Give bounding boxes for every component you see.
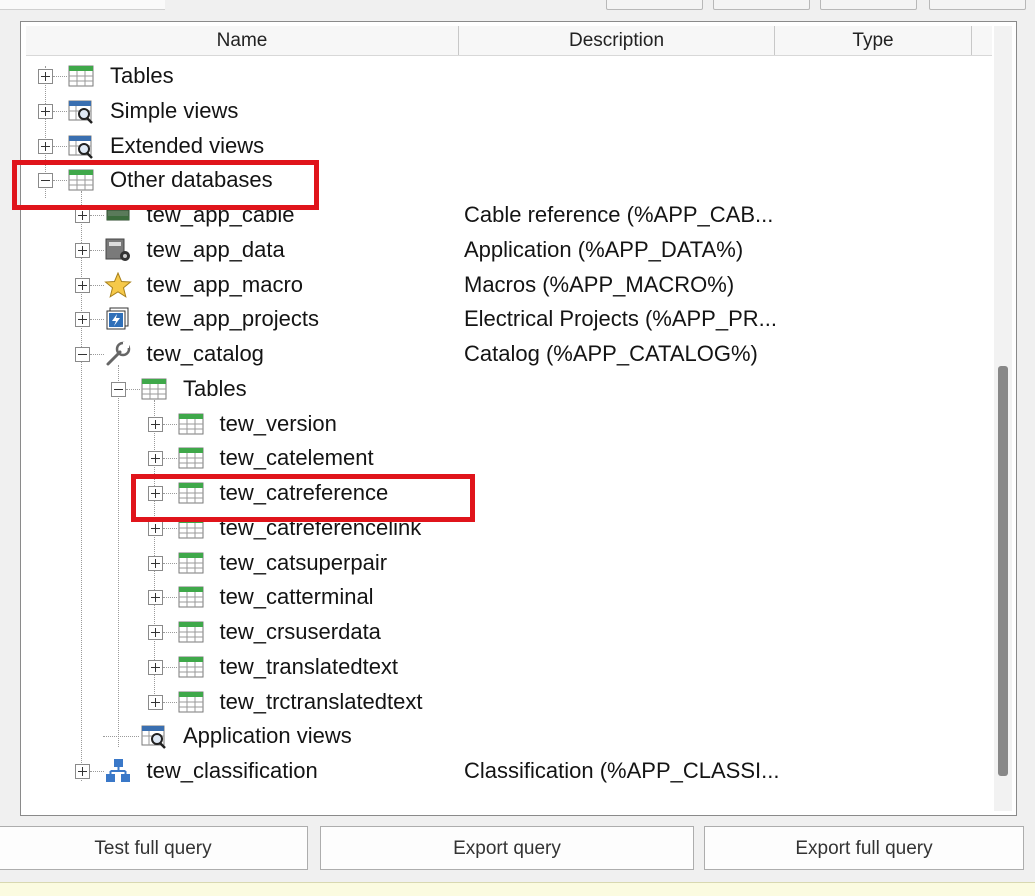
top-tab-strip	[0, 0, 165, 10]
tree-node-tew-app-macro[interactable]: tew_app_macro Macros (%APP_MACRO%)	[21, 270, 961, 304]
node-label: tew_trctranslatedtext	[219, 688, 423, 714]
node-label: tew_app_data	[146, 236, 285, 262]
expand-toggle[interactable]	[38, 138, 53, 154]
toolbar-button-3[interactable]	[820, 0, 917, 10]
node-label: tew_catelement	[219, 445, 374, 471]
vertical-scrollbar[interactable]	[994, 26, 1012, 811]
highlight-other-databases	[12, 160, 319, 210]
node-description: Classification (%APP_CLASSI...	[464, 758, 780, 783]
tree-node-tew-crsuserdata[interactable]: tew_crsuserdata	[21, 617, 961, 651]
toolbar-button-2[interactable]	[713, 0, 810, 10]
tree-node-application-views[interactable]: Application views	[21, 721, 961, 755]
tree-node-simple-views[interactable]: Simple views	[21, 96, 961, 130]
expand-toggle[interactable]	[147, 416, 163, 432]
highlight-tew-catreference	[131, 474, 475, 522]
node-label: tew_classification	[146, 758, 318, 783]
export-full-query-button[interactable]: Export full query	[704, 826, 1024, 870]
expand-toggle[interactable]	[74, 242, 90, 258]
node-label: tew_version	[219, 410, 337, 436]
tree-node-tew-app-data[interactable]: tew_app_data Application (%APP_DATA%)	[21, 235, 961, 269]
tree-node-tew-catsuperpair[interactable]: tew_catsuperpair	[21, 548, 961, 582]
tree-node-tew-version[interactable]: tew_version	[21, 409, 961, 443]
table-icon	[177, 584, 205, 610]
expand-toggle[interactable]	[147, 451, 163, 467]
scrollbar-thumb[interactable]	[998, 366, 1008, 776]
node-description: Cable reference (%APP_CAB...	[464, 202, 774, 227]
tree-node-tew-translatedtext[interactable]: tew_translatedtext	[21, 652, 961, 686]
table-icon	[177, 654, 205, 680]
expand-toggle[interactable]	[147, 590, 163, 606]
node-label: Simple views	[110, 97, 239, 123]
toolbar-button-1[interactable]	[606, 0, 703, 10]
tree-node-tew-catterminal[interactable]: tew_catterminal	[21, 582, 961, 616]
test-full-query-button[interactable]: Test full query	[0, 826, 308, 870]
node-label: tew_crsuserdata	[219, 619, 381, 644]
tree-node-tew-trctranslatedtext[interactable]: tew_trctranslatedtext	[21, 687, 961, 721]
expand-toggle[interactable]	[38, 103, 53, 119]
star-icon	[103, 271, 132, 298]
tree-node-tables[interactable]: Tables	[21, 61, 961, 95]
expand-toggle[interactable]	[74, 764, 90, 779]
wrench-icon	[104, 341, 132, 367]
table-icon	[177, 445, 205, 471]
app-data-icon	[104, 237, 132, 263]
node-description: Electrical Projects (%APP_PR...	[464, 306, 777, 332]
tree-node-tew-app-projects[interactable]: tew_app_projects Electrical Projects (%A…	[21, 304, 961, 338]
node-description: Application (%APP_DATA%)	[464, 236, 744, 262]
node-label: tew_app_projects	[146, 306, 319, 332]
collapse-toggle[interactable]	[74, 347, 90, 362]
view-icon	[67, 98, 95, 124]
table-icon	[140, 376, 168, 402]
expand-toggle[interactable]	[147, 555, 163, 571]
expand-toggle[interactable]	[74, 277, 90, 293]
collapse-toggle[interactable]	[111, 381, 126, 397]
node-label: tew_app_macro	[146, 271, 304, 297]
node-label: tew_catalog	[146, 341, 264, 366]
tree-node-tew-catelement[interactable]: tew_catelement	[21, 443, 961, 477]
table-icon	[67, 63, 95, 89]
export-query-button[interactable]: Export query	[320, 826, 694, 870]
view-icon	[67, 133, 95, 159]
expand-toggle[interactable]	[147, 694, 163, 710]
tree-node-catalog-tables[interactable]: Tables	[21, 374, 961, 408]
expand-toggle[interactable]	[147, 659, 163, 675]
table-icon	[177, 689, 205, 715]
database-tree-panel: Name Description Type Tables Simple view…	[20, 21, 1017, 816]
node-label: tew_translatedtext	[219, 653, 399, 679]
table-icon	[177, 550, 205, 576]
tree-node-tew-classification[interactable]: tew_classification Classification (%APP_…	[21, 756, 961, 790]
toolbar-button-4[interactable]	[929, 0, 1026, 10]
expand-toggle[interactable]	[147, 520, 163, 536]
node-label: Application views	[183, 723, 352, 749]
node-description: Macros (%APP_MACRO%)	[464, 271, 735, 297]
view-icon	[140, 723, 168, 750]
node-label: Tables	[183, 375, 247, 401]
expand-toggle[interactable]	[74, 312, 90, 328]
node-label: Tables	[110, 63, 174, 88]
node-description: Catalog (%APP_CATALOG%)	[464, 341, 758, 366]
status-bar	[0, 882, 1035, 896]
expand-toggle[interactable]	[147, 625, 163, 640]
hierarchy-icon	[104, 758, 132, 784]
table-icon	[177, 619, 205, 645]
projects-icon	[104, 306, 132, 332]
node-label: tew_catterminal	[219, 584, 374, 610]
node-label: Extended views	[110, 132, 265, 158]
expand-toggle[interactable]	[38, 69, 53, 84]
node-label: tew_catsuperpair	[219, 549, 388, 575]
tree-view: Tables Simple views Extended views Other…	[21, 22, 981, 817]
tree-node-tew-catalog[interactable]: tew_catalog Catalog (%APP_CATALOG%)	[21, 339, 961, 373]
expand-toggle[interactable]	[74, 208, 90, 223]
table-icon	[177, 411, 205, 437]
